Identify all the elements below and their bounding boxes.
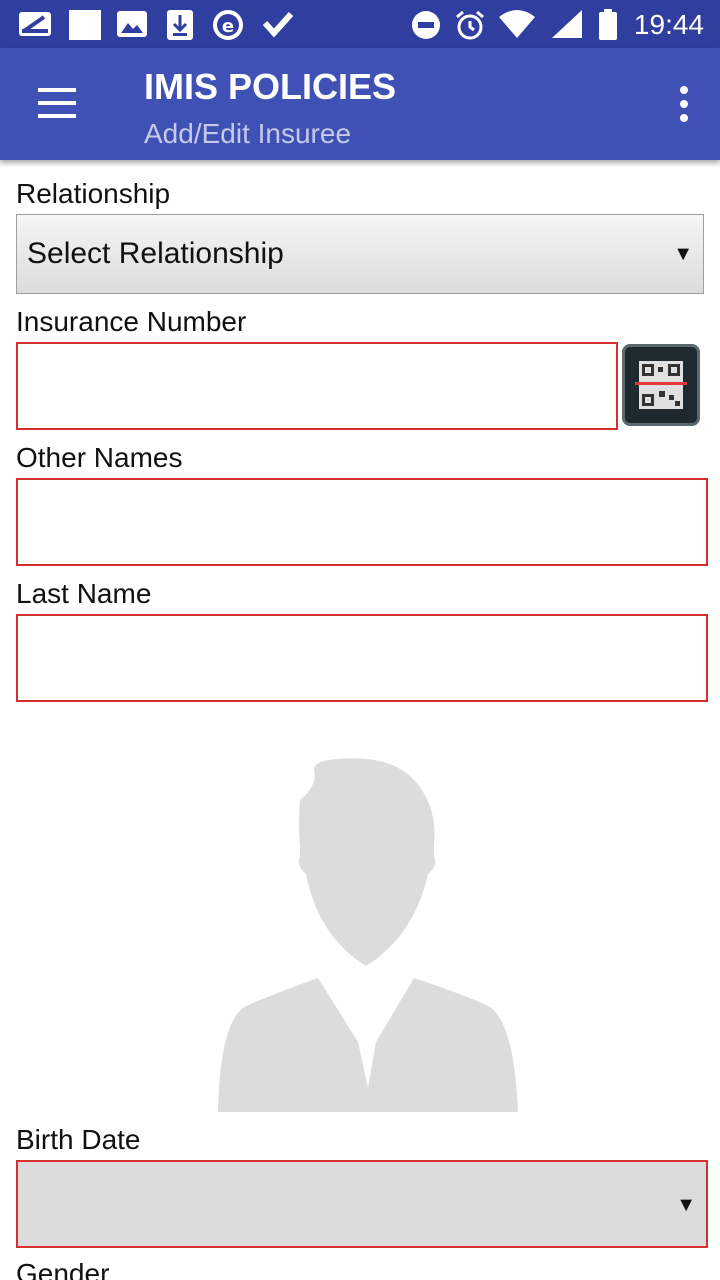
menu-button[interactable] (20, 82, 92, 126)
relationship-selected-value: Select Relationship (27, 237, 284, 270)
person-placeholder-icon[interactable] (218, 756, 520, 1112)
screen-subtitle: Add/Edit Insuree (144, 118, 352, 149)
qr-scan-icon (635, 361, 687, 409)
last-name-input[interactable] (18, 616, 706, 700)
more-vert-icon (680, 86, 688, 94)
download-icon (167, 10, 193, 40)
other-names-label: Other Names (16, 442, 183, 473)
birth-date-field[interactable]: ▼ (16, 1160, 708, 1248)
edge-browser-icon: e (213, 10, 243, 40)
dropdown-arrow-icon: ▼ (676, 1194, 696, 1216)
insurance-number-input[interactable] (18, 344, 616, 428)
last-name-label: Last Name (16, 578, 152, 609)
other-names-input[interactable] (18, 480, 706, 564)
hamburger-menu-icon (38, 88, 76, 92)
insurance-number-label: Insurance Number (16, 306, 247, 337)
relationship-label: Relationship (16, 178, 171, 209)
gender-label: Gender (16, 1258, 110, 1280)
notification-square-icon (69, 10, 101, 40)
wifi-icon (499, 10, 535, 38)
status-time: 19:44 (633, 9, 704, 40)
last-name-field[interactable] (16, 614, 708, 702)
task-check-icon (262, 11, 294, 38)
notification-edit-icon (19, 12, 51, 36)
cell-signal-icon (552, 10, 582, 38)
battery-icon (599, 9, 617, 40)
birth-date-label: Birth Date (16, 1124, 141, 1155)
alarm-icon (456, 10, 484, 40)
image-icon (117, 11, 147, 37)
app-title: IMIS POLICIES (144, 66, 397, 107)
app-bar: IMIS POLICIES Add/Edit Insuree (0, 48, 720, 160)
overflow-menu-button[interactable] (672, 84, 696, 124)
status-bar: e 19:44 (0, 0, 720, 48)
qr-scan-button[interactable] (622, 344, 700, 426)
svg-text:e: e (222, 16, 234, 37)
other-names-field[interactable] (16, 478, 708, 566)
insurance-number-field[interactable] (16, 342, 618, 430)
dropdown-arrow-icon: ▼ (673, 243, 693, 265)
do-not-disturb-icon (412, 11, 440, 39)
relationship-select[interactable]: Select Relationship ▼ (16, 214, 704, 294)
